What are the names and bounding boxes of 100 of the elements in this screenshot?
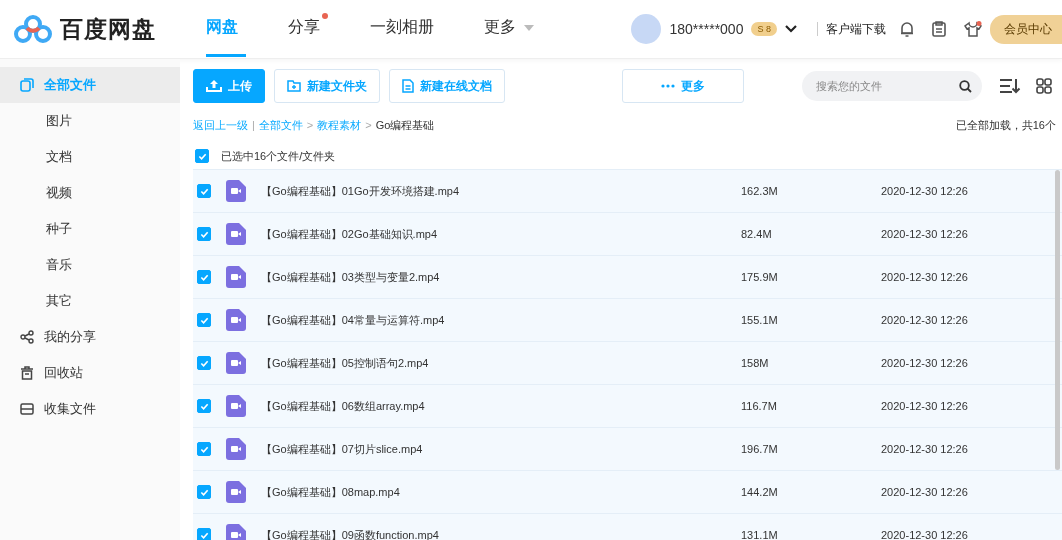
row-checkbox[interactable] bbox=[197, 485, 211, 499]
row-checkbox[interactable] bbox=[197, 442, 211, 456]
breadcrumb-separator: > bbox=[306, 119, 314, 131]
upload-icon bbox=[206, 79, 222, 93]
sidebar-item[interactable]: 其它 bbox=[0, 283, 180, 319]
search-icon[interactable] bbox=[959, 80, 972, 93]
shirt-icon[interactable] bbox=[964, 21, 982, 37]
breadcrumb-separator: > bbox=[365, 119, 372, 131]
video-file-icon bbox=[226, 438, 246, 460]
file-row[interactable]: 【Go编程基础】06数组array.mp4 116.7M 2020-12-30 12:26 bbox=[193, 385, 1062, 428]
check-icon bbox=[199, 444, 209, 454]
check-icon bbox=[197, 151, 207, 161]
file-name[interactable]: 【Go编程基础】01Go开发环境搭建.mp4 bbox=[261, 183, 741, 199]
video-file-icon bbox=[226, 524, 246, 540]
file-date: 2020-12-30 12:26 bbox=[881, 271, 968, 283]
files-icon bbox=[20, 78, 34, 92]
file-name[interactable]: 【Go编程基础】08map.mp4 bbox=[261, 484, 741, 500]
video-file-icon bbox=[226, 180, 246, 202]
file-size: 158M bbox=[741, 357, 770, 369]
sidebar-item[interactable]: 回收站 bbox=[0, 355, 180, 391]
file-name[interactable]: 【Go编程基础】03类型与变量2.mp4 bbox=[261, 269, 741, 285]
file-size: 116.7M bbox=[741, 400, 778, 412]
sidebar-item[interactable]: 收集文件 bbox=[0, 391, 180, 427]
sidebar-item[interactable]: 图片 bbox=[0, 103, 180, 139]
file-row[interactable]: 【Go编程基础】07切片slice.mp4 196.7M 2020-12-30 12:26 bbox=[193, 428, 1062, 471]
file-size: 162.3M bbox=[741, 185, 779, 197]
logo-icon bbox=[14, 14, 52, 44]
breadcrumb-divider: | bbox=[252, 119, 255, 131]
logo-text: 百度网盘 bbox=[60, 14, 156, 44]
share-icon bbox=[20, 330, 34, 344]
row-checkbox[interactable] bbox=[197, 227, 211, 241]
trash-icon bbox=[20, 366, 34, 380]
sidebar-item[interactable]: 音乐 bbox=[0, 247, 180, 283]
nav-tab[interactable]: 更多 bbox=[484, 1, 542, 57]
file-size: 82.4M bbox=[741, 228, 773, 240]
row-checkbox[interactable] bbox=[197, 399, 211, 413]
file-name[interactable]: 【Go编程基础】06数组array.mp4 bbox=[261, 398, 741, 414]
file-date: 2020-12-30 12:26 bbox=[881, 228, 968, 240]
notification-dot bbox=[322, 13, 328, 19]
check-icon bbox=[199, 186, 209, 196]
file-size: 155.1M bbox=[741, 314, 779, 326]
nav-tab[interactable]: 一刻相册 bbox=[370, 1, 442, 57]
file-name[interactable]: 【Go编程基础】04常量与运算符.mp4 bbox=[261, 312, 741, 328]
file-size: 131.1M bbox=[741, 529, 779, 540]
inbox-icon bbox=[20, 402, 34, 416]
sidebar-item[interactable]: 种子 bbox=[0, 211, 180, 247]
user-name: 180*****000 bbox=[669, 21, 744, 37]
file-size: 175.9M bbox=[741, 271, 779, 283]
check-icon bbox=[199, 401, 209, 411]
caret-icon bbox=[524, 24, 534, 31]
file-date: 2020-12-30 12:26 bbox=[881, 443, 968, 455]
level-badge: S 8 bbox=[751, 22, 777, 36]
current-path-text: Go编程基础 bbox=[375, 117, 435, 133]
sidebar-item[interactable]: 我的分享 bbox=[0, 319, 180, 355]
file-row[interactable]: 【Go编程基础】04常量与运算符.mp4 155.1M 2020-12-30 12:26 bbox=[193, 299, 1062, 342]
file-row[interactable]: 【Go编程基础】08map.mp4 144.2M 2020-12-30 12:26 bbox=[193, 471, 1062, 514]
search-field[interactable]: 搜索您的文件 bbox=[802, 71, 982, 101]
folder-icon bbox=[287, 80, 301, 92]
file-date: 2020-12-30 12:26 bbox=[881, 314, 968, 326]
chevron-down-icon[interactable] bbox=[785, 25, 797, 33]
nav-tab[interactable]: 分享 bbox=[288, 1, 328, 57]
video-file-icon bbox=[226, 266, 246, 288]
scrollbar[interactable] bbox=[1055, 170, 1060, 470]
file-name[interactable]: 【Go编程基础】02Go基础知识.mp4 bbox=[261, 226, 741, 242]
file-row[interactable]: 【Go编程基础】03类型与变量2.mp4 175.9M 2020-12-30 12:26 bbox=[193, 256, 1062, 299]
clipboard-icon[interactable] bbox=[932, 21, 946, 37]
file-name[interactable]: 【Go编程基础】07切片slice.mp4 bbox=[261, 441, 741, 457]
select-all-checkbox[interactable] bbox=[195, 149, 209, 163]
row-checkbox[interactable] bbox=[197, 270, 211, 284]
row-checkbox[interactable] bbox=[197, 313, 211, 327]
bell-icon[interactable] bbox=[900, 21, 914, 37]
row-checkbox[interactable] bbox=[197, 528, 211, 540]
sidebar-item[interactable]: 文档 bbox=[0, 139, 180, 175]
check-icon bbox=[199, 229, 209, 239]
file-row[interactable]: 【Go编程基础】01Go开发环境搭建.mp4 162.3M 2020-12-30 12:26 bbox=[193, 170, 1062, 213]
file-row[interactable]: 【Go编程基础】02Go基础知识.mp4 82.4M 2020-12-30 12:26 bbox=[193, 213, 1062, 256]
download-link[interactable]: 客户端下载 bbox=[826, 20, 886, 38]
member-center-button[interactable]: 会员中心 bbox=[990, 14, 1062, 44]
file-row[interactable]: 【Go编程基础】09函数function.mp4 131.1M 2020-12-30 12:26 bbox=[193, 514, 1062, 540]
grid-view-icon[interactable] bbox=[1036, 78, 1052, 94]
sidebar-item[interactable]: 视频 bbox=[0, 175, 180, 211]
avatar[interactable] bbox=[631, 14, 662, 44]
video-file-icon bbox=[226, 223, 246, 245]
check-icon bbox=[199, 315, 209, 325]
video-file-icon bbox=[226, 309, 246, 331]
check-icon bbox=[199, 487, 209, 497]
file-date: 2020-12-30 12:26 bbox=[881, 529, 968, 540]
file-row[interactable]: 【Go编程基础】05控制语句2.mp4 158M 2020-12-30 12:26 bbox=[193, 342, 1062, 385]
video-file-icon bbox=[226, 481, 246, 503]
selection-count: 已选中16个文件/文件夹 bbox=[221, 148, 336, 164]
file-name[interactable]: 【Go编程基础】05控制语句2.mp4 bbox=[261, 355, 741, 371]
file-size: 196.7M bbox=[741, 443, 779, 455]
file-name[interactable]: 【Go编程基础】09函数function.mp4 bbox=[261, 527, 741, 540]
video-file-icon bbox=[226, 352, 246, 374]
check-icon bbox=[199, 530, 209, 540]
row-checkbox[interactable] bbox=[197, 356, 211, 370]
sort-icon[interactable] bbox=[999, 78, 1021, 94]
file-size: 144.2M bbox=[741, 486, 779, 498]
check-icon bbox=[199, 358, 209, 368]
row-checkbox[interactable] bbox=[197, 184, 211, 198]
